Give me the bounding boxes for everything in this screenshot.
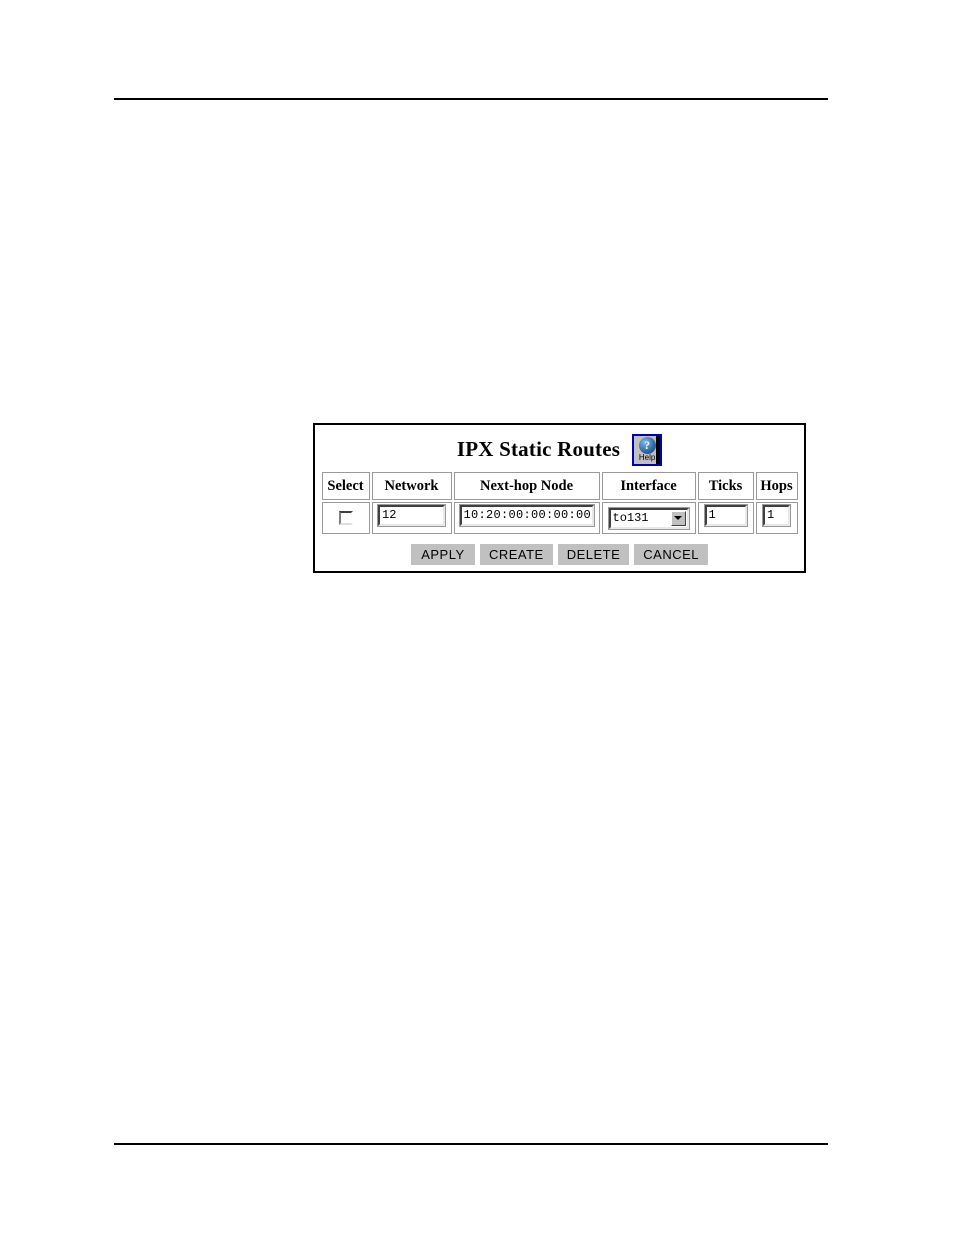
table-header-row: Select Network Next-hop Node Interface T… xyxy=(321,472,798,500)
cell-next-hop-node: 10:20:00:00:00:00 xyxy=(453,502,600,534)
button-strip: APPLY CREATE DELETE CANCEL xyxy=(410,544,709,565)
column-header-hops: Hops xyxy=(755,472,798,500)
hops-input[interactable]: 1 xyxy=(762,504,791,527)
interface-select-value: to131 xyxy=(612,510,649,525)
column-header-ticks: Ticks xyxy=(697,472,754,500)
next-hop-node-input[interactable]: 10:20:00:00:00:00 xyxy=(458,504,595,527)
chevron-down-icon[interactable] xyxy=(670,510,686,526)
question-mark-icon: ? xyxy=(638,436,656,454)
column-header-interface: Interface xyxy=(601,472,696,500)
create-button[interactable]: CREATE xyxy=(479,544,553,565)
help-icon-shadow xyxy=(656,435,661,464)
cell-network: 12 xyxy=(371,502,452,534)
page-title: IPX Static Routes xyxy=(456,437,621,461)
cell-select xyxy=(321,502,370,534)
ipx-static-routes-panel: IPX Static Routes ? Help Select Network … xyxy=(313,423,806,573)
column-header-select: Select xyxy=(321,472,370,500)
cell-ticks: 1 xyxy=(697,502,754,534)
panel-header: IPX Static Routes ? Help xyxy=(315,425,804,470)
select-checkbox[interactable] xyxy=(338,511,353,526)
column-header-network: Network xyxy=(371,472,452,500)
page-footer-rule xyxy=(114,1143,828,1145)
static-routes-table: Select Network Next-hop Node Interface T… xyxy=(320,470,800,536)
cancel-button[interactable]: CANCEL xyxy=(634,544,709,565)
ticks-input[interactable]: 1 xyxy=(703,504,748,527)
network-input[interactable]: 12 xyxy=(377,504,446,527)
help-icon-label: Help xyxy=(638,452,656,462)
help-icon[interactable]: ? Help xyxy=(632,433,663,466)
interface-select[interactable]: to131 xyxy=(607,506,690,530)
apply-button[interactable]: APPLY xyxy=(410,544,475,565)
delete-button[interactable]: DELETE xyxy=(557,544,630,565)
column-header-next-hop-node: Next-hop Node xyxy=(453,472,600,500)
cell-interface: to131 xyxy=(601,502,696,534)
table-row: 12 10:20:00:00:00:00 to131 1 1 xyxy=(321,502,798,534)
page-header-rule xyxy=(114,98,828,100)
action-button-bar: APPLY CREATE DELETE CANCEL xyxy=(315,544,804,565)
cell-hops: 1 xyxy=(755,502,798,534)
